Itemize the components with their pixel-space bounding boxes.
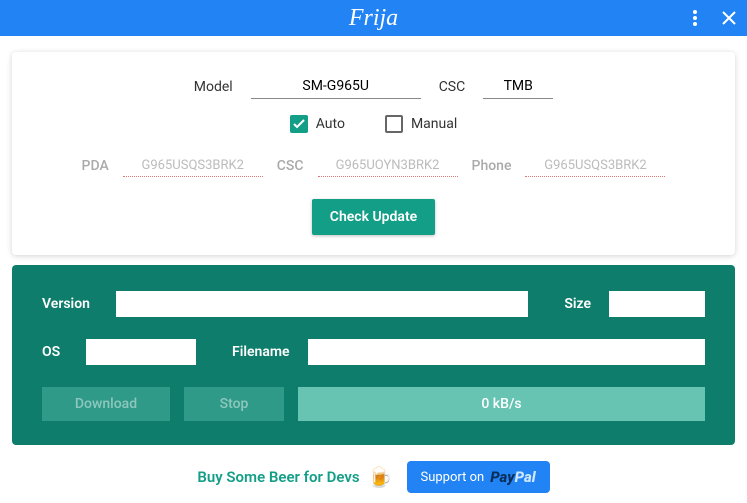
check-update-button[interactable]: Check Update [312,199,435,235]
pda-input[interactable] [123,155,263,177]
size-output [609,291,705,317]
close-icon[interactable] [719,8,739,28]
csc-input[interactable] [483,74,553,99]
support-text: Support on [421,470,485,485]
phone-label: Phone [472,158,512,174]
download-panel: Version Size OS Filename Download Stop 0… [12,265,735,445]
more-icon[interactable] [685,8,705,28]
size-label: Size [564,296,591,312]
progress-bar: 0 kB/s [298,387,705,421]
fw-csc-label: CSC [277,158,304,174]
os-row: OS Filename [42,339,705,365]
fw-csc-input[interactable] [318,155,458,177]
titlebar: Frija [0,0,747,36]
version-label: Version [42,296,98,312]
action-row: Download Stop 0 kB/s [42,387,705,421]
csc-label: CSC [439,79,466,95]
input-panel: Model CSC Auto Manual PDA CSC Phone Chec… [12,52,735,255]
speed-text: 0 kB/s [481,396,521,412]
auto-label: Auto [316,116,345,132]
manual-label: Manual [411,116,457,132]
stop-button[interactable]: Stop [184,387,284,421]
beer-icon: 🍺 [368,465,393,489]
filename-output [308,339,705,365]
donate-text: Buy Some Beer for Devs [197,468,359,486]
filename-label: Filename [232,344,290,360]
checkbox-empty-icon [385,115,403,133]
paypal-logo: PayPal [490,468,535,486]
os-label: OS [42,344,68,360]
phone-input[interactable] [525,155,665,177]
model-label: Model [194,79,233,95]
check-icon [290,115,308,133]
version-output [116,291,528,317]
download-button[interactable]: Download [42,387,170,421]
model-input[interactable] [251,74,421,99]
window-controls [685,0,739,36]
firmware-row: PDA CSC Phone [38,155,709,177]
model-row: Model CSC [38,74,709,99]
mode-row: Auto Manual [38,115,709,133]
pda-label: PDA [82,158,109,174]
version-row: Version Size [42,291,705,317]
app-title: Frija [349,5,398,32]
manual-checkbox[interactable]: Manual [385,115,457,133]
os-output [86,339,196,365]
auto-checkbox[interactable]: Auto [290,115,345,133]
donate-link[interactable]: Buy Some Beer for Devs 🍺 [197,465,392,489]
footer: Buy Some Beer for Devs 🍺 Support on PayP… [0,455,747,503]
paypal-button[interactable]: Support on PayPal [407,461,550,493]
